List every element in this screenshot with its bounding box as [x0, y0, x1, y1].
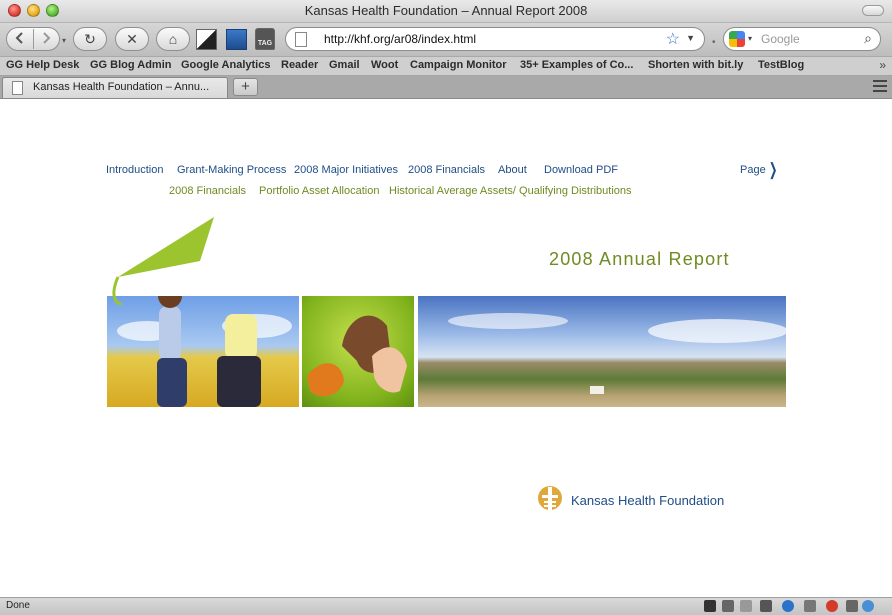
bookmark-item[interactable]: Google Analytics [181, 59, 270, 71]
page-link[interactable]: Page [740, 164, 766, 176]
forward-arrow-icon [43, 32, 51, 44]
tab-strip: Kansas Health Foundation – Annu... + [0, 76, 892, 99]
browser-tab[interactable]: Kansas Health Foundation – Annu... [2, 77, 228, 98]
status-addon-icon[interactable] [804, 600, 816, 612]
status-bar: Done [0, 597, 892, 615]
children-kite-photo [107, 296, 299, 407]
browser-window: Kansas Health Foundation – Annual Report… [0, 0, 892, 615]
bookmark-item[interactable]: Reader [281, 59, 318, 71]
foundation-logo-icon [538, 486, 562, 517]
toolbar-resizer[interactable]: • [712, 37, 716, 48]
chevron-right-icon[interactable]: ❯ [769, 160, 778, 180]
bookmark-item[interactable]: GG Blog Admin [90, 59, 171, 71]
bookmark-item[interactable]: GG Help Desk [6, 59, 79, 71]
magnifier-icon[interactable]: ⌕ [864, 30, 872, 47]
subnav-link-financials[interactable]: 2008 Financials [169, 185, 246, 197]
reload-icon: ↻ [84, 30, 96, 47]
toolbar-toggle-button[interactable] [862, 5, 884, 16]
nav-link-grant-making-process[interactable]: Grant-Making Process [177, 164, 286, 176]
status-addon-icon[interactable] [846, 600, 858, 612]
back-arrow-icon [15, 32, 23, 44]
page-favicon-icon [295, 32, 307, 47]
nav-link-introduction[interactable]: Introduction [106, 164, 163, 176]
reload-button[interactable]: ↻ [73, 27, 107, 51]
status-addon-icon[interactable] [826, 600, 838, 612]
tab-page-icon [12, 81, 23, 95]
bookmark-item[interactable]: Woot [371, 59, 398, 71]
bookmark-star-icon[interactable]: ☆ [666, 29, 680, 49]
tag-icon[interactable]: TAG [255, 28, 275, 50]
bookmark-item[interactable]: Shorten with bit.ly [648, 59, 743, 71]
firebug-icon[interactable] [782, 600, 794, 612]
status-addon-icon[interactable] [704, 600, 716, 612]
subnav-link-portfolio[interactable]: Portfolio Asset Allocation [259, 185, 379, 197]
tab-title: Kansas Health Foundation – Annu... [33, 81, 210, 93]
stop-button[interactable]: ✕ [115, 27, 149, 51]
kite-graphic [112, 217, 214, 305]
engine-dropdown-icon[interactable]: ▾ [748, 34, 752, 43]
bookmarks-bar: GG Help Desk GG Blog Admin Google Analyt… [0, 57, 892, 76]
bookmarklet-icon-1[interactable] [196, 29, 217, 50]
bookmarks-overflow-icon[interactable]: » [879, 58, 886, 72]
status-addon-icon[interactable] [722, 600, 734, 612]
home-button[interactable]: ⌂ [156, 27, 190, 51]
forward-button[interactable] [34, 31, 60, 47]
google-engine-icon[interactable] [729, 31, 745, 47]
bookmark-item[interactable]: 35+ Examples of Co... [520, 59, 633, 71]
bookmark-item[interactable]: Campaign Monitor [410, 59, 507, 71]
bookmark-item[interactable]: Gmail [329, 59, 360, 71]
new-tab-button[interactable]: + [233, 78, 258, 96]
nav-link-major-initiatives[interactable]: 2008 Major Initiatives [294, 164, 398, 176]
back-forward-group [6, 27, 60, 51]
home-icon: ⌂ [168, 31, 178, 47]
search-box[interactable]: ▾ Google ⌕ [723, 27, 881, 51]
status-text: Done [6, 600, 30, 611]
window-title: Kansas Health Foundation – Annual Report… [304, 3, 588, 18]
navigation-toolbar: ▾ ↻ ✕ ⌂ TAG http://khf.org/ar08/index.ht… [0, 23, 892, 57]
history-dropdown-icon[interactable]: ▾ [62, 36, 66, 45]
tab-list-icon[interactable] [873, 80, 887, 92]
url-text[interactable]: http://khf.org/ar08/index.html [324, 32, 476, 46]
web-page: Introduction Grant-Making Process 2008 M… [0, 99, 892, 597]
hands-leaf-photo [302, 296, 414, 407]
back-button[interactable] [7, 31, 33, 47]
nav-link-download-pdf[interactable]: Download PDF [544, 164, 618, 176]
nav-link-financials[interactable]: 2008 Financials [408, 164, 485, 176]
kansas-landscape-photo [418, 296, 786, 407]
mail-icon[interactable] [740, 600, 752, 612]
nav-link-about[interactable]: About [498, 164, 527, 176]
report-title: 2008 Annual Report [549, 249, 730, 269]
status-addon-icon[interactable] [760, 600, 772, 612]
bookmarklet-icon-2[interactable] [226, 29, 247, 50]
title-bar: Kansas Health Foundation – Annual Report… [0, 0, 892, 23]
bookmark-item[interactable]: TestBlog [758, 59, 804, 71]
foundation-name: Kansas Health Foundation [571, 493, 725, 508]
search-input[interactable]: Google [761, 32, 800, 46]
address-bar[interactable]: http://khf.org/ar08/index.html ☆ ▼ [285, 27, 705, 51]
subnav-link-historical[interactable]: Historical Average Assets/ Qualifying Di… [389, 185, 632, 197]
stop-icon: ✕ [126, 30, 138, 47]
url-dropdown-icon[interactable]: ▼ [686, 33, 695, 43]
yslow-icon[interactable] [862, 600, 874, 612]
